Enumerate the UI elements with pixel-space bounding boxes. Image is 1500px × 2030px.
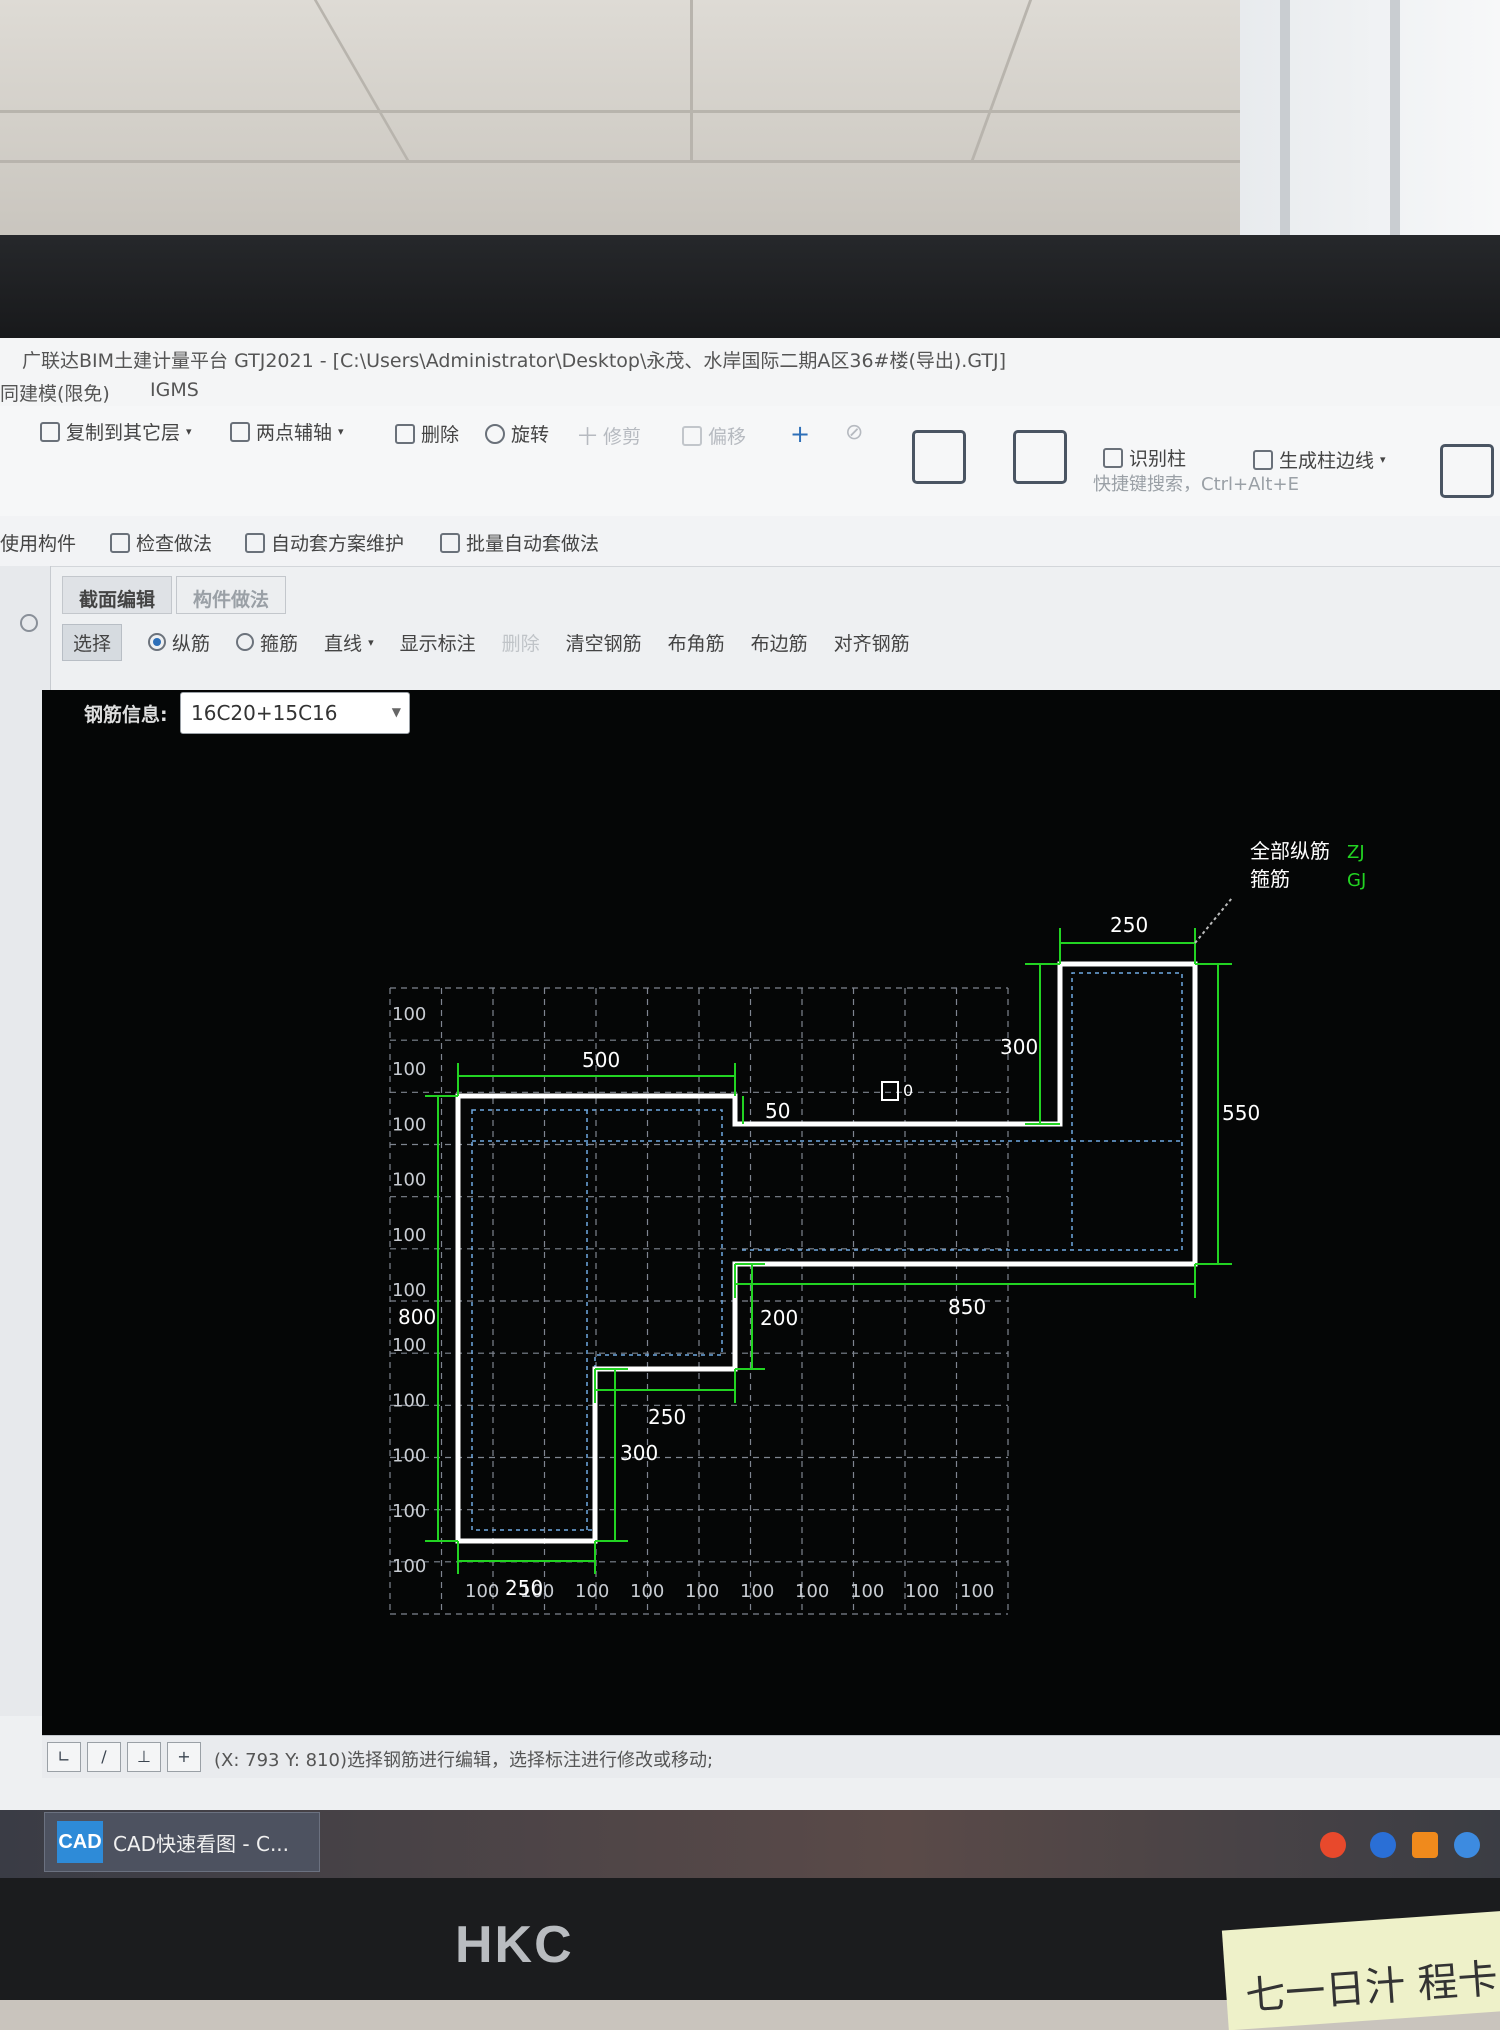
dimension-labels: 500 250 50 300 550 800 850 200 250 300 2… <box>398 913 1260 1600</box>
dim-label[interactable]: 50 <box>765 1099 790 1123</box>
dim-label[interactable]: 800 <box>398 1305 436 1329</box>
grid-labels-bottom: 100 100 100 100 100 100 100 100 100 100 <box>465 1581 994 1602</box>
g-icon[interactable] <box>1370 1832 1396 1858</box>
dim-label[interactable]: 500 <box>582 1048 620 1072</box>
grid-label: 100 <box>905 1581 939 1602</box>
insert-point-icon <box>881 1081 899 1101</box>
monitor-bezel <box>0 235 1500 345</box>
sogou-icon[interactable] <box>1320 1832 1346 1858</box>
marker-label: 0 <box>903 1081 913 1100</box>
window <box>1240 0 1500 270</box>
grid-label: 100 <box>392 1335 426 1356</box>
legend-label: 箍筋 <box>1250 867 1290 891</box>
dim-label[interactable]: 300 <box>1000 1035 1038 1059</box>
stirrup-lines <box>471 972 1183 1531</box>
grid-label: 100 <box>465 1581 499 1602</box>
line-icon[interactable]: ∕ <box>87 1742 121 1772</box>
flag-icon[interactable] <box>1412 1832 1438 1858</box>
legend-label: 全部纵筋 <box>1250 839 1330 863</box>
status-text: (X: 793 Y: 810)选择钢筋进行编辑，选择标注进行修改或移动; <box>214 1750 714 1771</box>
grid <box>389 987 1009 1615</box>
grid-label: 100 <box>392 1114 426 1135</box>
grid-label: 100 <box>392 1004 426 1025</box>
grid-label: 100 <box>850 1581 884 1602</box>
dim-label[interactable]: 250 <box>505 1576 543 1600</box>
ceiling-tile-line <box>690 0 693 160</box>
grid-label: 100 <box>392 1390 426 1411</box>
grid-label: 100 <box>960 1581 994 1602</box>
ortho-icon[interactable]: ∟ <box>47 1742 81 1772</box>
ceiling-tile-line <box>0 160 1300 163</box>
grid-label: 100 <box>630 1581 664 1602</box>
legend-code: ZJ <box>1347 842 1365 863</box>
dim-label[interactable]: 250 <box>1110 913 1148 937</box>
stirrup-outline <box>742 972 1183 1251</box>
grid-label: 100 <box>392 1501 426 1522</box>
grid-label: 100 <box>392 1059 426 1080</box>
taskbar-cad-app[interactable]: CAD CAD快速看图 - C... <box>44 1812 320 1872</box>
grid-label: 100 <box>392 1446 426 1467</box>
monitor-brand-logo: HKC <box>455 1916 574 1974</box>
grid-labels-left: 100 100 100 100 100 100 100 100 100 100 100 <box>392 1004 426 1577</box>
dimension-lines <box>425 897 1233 1574</box>
legend-code: GJ <box>1347 870 1366 891</box>
cad-app-icon: CAD <box>57 1821 103 1863</box>
section-outline <box>455 961 1198 1544</box>
dim-label[interactable]: 250 <box>648 1405 686 1429</box>
taskbar-label: CAD快速看图 - C... <box>113 1831 290 1856</box>
snap-point-icon[interactable]: + <box>167 1742 201 1772</box>
grid-label: 100 <box>392 1556 426 1577</box>
ceiling-tile-line <box>0 110 1300 113</box>
grid-label: 100 <box>392 1225 426 1246</box>
dim-label[interactable]: 200 <box>760 1306 798 1330</box>
grid-label: 100 <box>685 1581 719 1602</box>
grid-label: 100 <box>392 1280 426 1301</box>
grid-label: 100 <box>795 1581 829 1602</box>
dim-label[interactable]: 300 <box>620 1441 658 1465</box>
dim-label[interactable]: 850 <box>948 1295 986 1319</box>
perpendicular-icon[interactable]: ⊥ <box>127 1742 161 1772</box>
grid-label: 100 <box>575 1581 609 1602</box>
section-drawing: 100100100100100100100100100100100 100 100… <box>389 839 1366 1615</box>
grid-label: 100 <box>740 1581 774 1602</box>
dim-label[interactable]: 550 <box>1222 1101 1260 1125</box>
screen: 广联达BIM土建计量平台 GTJ2021 - [C:\Users\Adminis… <box>0 338 1500 1823</box>
network-icon[interactable] <box>1454 1832 1480 1858</box>
grid-label: 100 <box>392 1170 426 1191</box>
status-bar: ∟ ∕ ⊥ + (X: 793 Y: 810)选择钢筋进行编辑，选择标注进行修改… <box>42 1735 1500 1778</box>
